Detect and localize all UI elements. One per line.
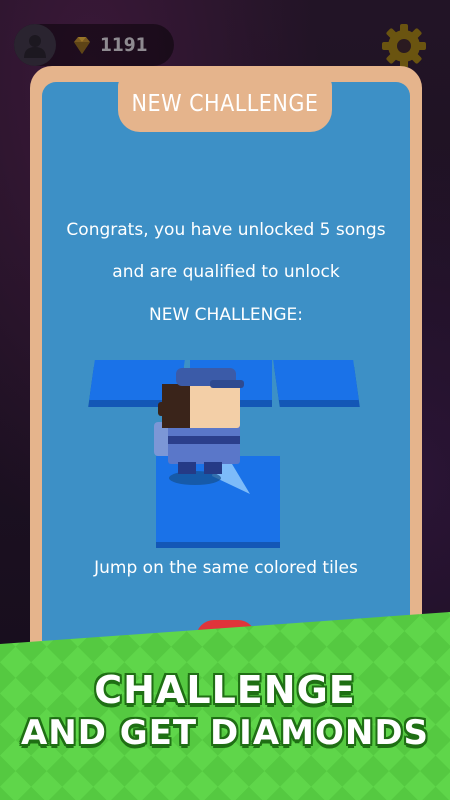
diamond-counter-bar: 1191 bbox=[14, 24, 174, 66]
avatar-button[interactable] bbox=[14, 24, 56, 66]
user-icon bbox=[24, 35, 46, 58]
banner-line1: CHALLENGE bbox=[94, 668, 356, 712]
dialog-title: NEW CHALLENGE bbox=[131, 91, 319, 117]
gear-icon[interactable] bbox=[380, 22, 428, 70]
tile bbox=[273, 360, 359, 400]
dialog-message-line3: NEW CHALLENGE: bbox=[149, 305, 303, 325]
dialog-message-line2: and are qualified to unlock bbox=[112, 262, 340, 282]
dialog-caption: Jump on the same colored tiles bbox=[94, 558, 358, 578]
character-icon bbox=[154, 368, 250, 494]
banner-line2: AND GET DIAMONDS bbox=[20, 713, 430, 753]
diamond-count: 1191 bbox=[100, 34, 148, 56]
dialog-title-tab: NEW CHALLENGE bbox=[118, 76, 332, 132]
dialog-message-line1: Congrats, you have unlocked 5 songs bbox=[66, 220, 386, 240]
diamond-icon bbox=[74, 37, 90, 54]
